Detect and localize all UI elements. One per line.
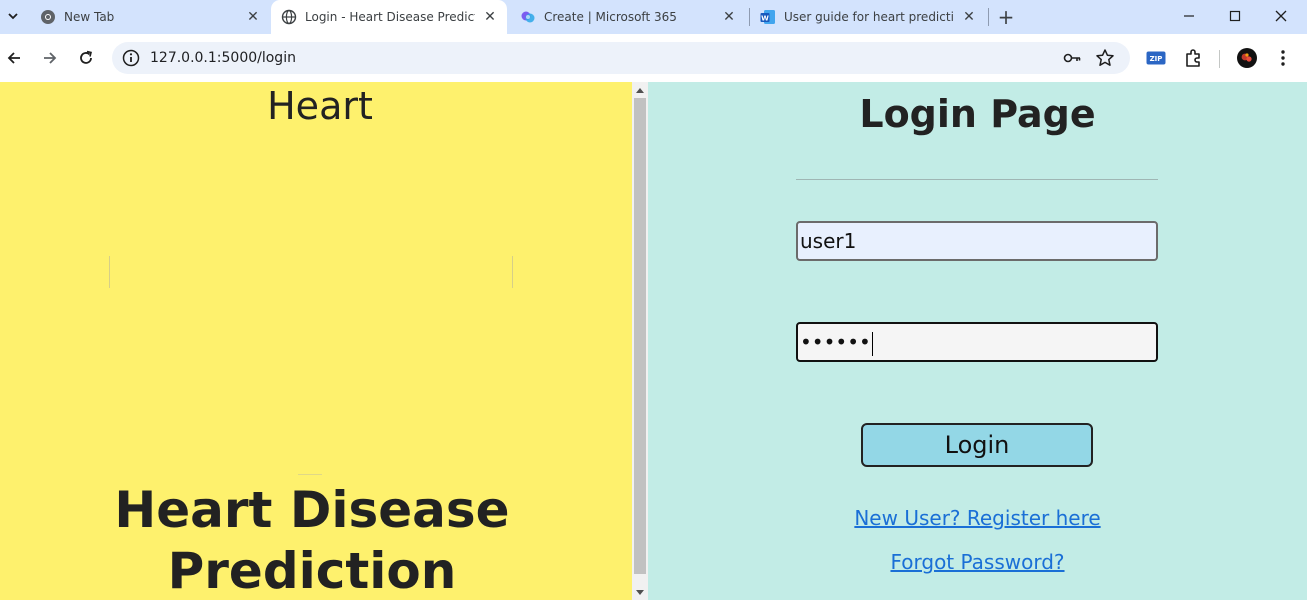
word-icon: W: [760, 9, 776, 25]
register-link[interactable]: New User? Register here: [648, 506, 1307, 530]
password-value: ••••••: [800, 330, 871, 354]
maximize-icon: [1229, 10, 1241, 22]
tab-strip: New Tab ✕ Login - Heart Disease Predicti…: [0, 0, 1307, 34]
star-icon[interactable]: [1095, 48, 1115, 68]
address-bar[interactable]: 127.0.0.1:5000/login: [112, 42, 1130, 74]
arrow-right-icon: [44, 52, 57, 64]
hero-title-line2: Prediction: [167, 542, 457, 600]
more-menu-icon[interactable]: [1271, 46, 1295, 70]
plus-icon: +: [997, 5, 1015, 29]
tab-title: New Tab: [64, 10, 115, 24]
tab-login[interactable]: Login - Heart Disease Prediction ✕: [271, 0, 507, 34]
close-icon[interactable]: ✕: [720, 8, 738, 26]
toolbar-divider: [1219, 50, 1220, 68]
login-button[interactable]: Login: [861, 423, 1093, 467]
minimize-icon: [1184, 15, 1194, 17]
close-icon[interactable]: ✕: [244, 8, 262, 26]
back-button[interactable]: [0, 44, 28, 72]
tab-new-tab[interactable]: New Tab ✕: [30, 0, 270, 34]
minimize-button[interactable]: [1166, 0, 1212, 32]
forgot-password-link[interactable]: Forgot Password?: [648, 550, 1307, 574]
hero-heading: Heart: [267, 84, 373, 128]
chevron-down-icon: [8, 13, 18, 20]
copilot-icon: [520, 9, 536, 25]
hero-panel: Heart Heart Disease Prediction: [0, 82, 632, 600]
tab-title: Create | Microsoft 365: [544, 10, 677, 24]
forward-button[interactable]: [36, 44, 64, 72]
tab-separator: [988, 8, 989, 26]
chrome-icon: [40, 9, 56, 25]
image-edge: [512, 256, 513, 288]
page-viewport: Heart Heart Disease Prediction Login Pag…: [0, 82, 1307, 600]
username-input[interactable]: user1: [796, 221, 1158, 261]
tab-title: Login - Heart Disease Prediction: [305, 10, 475, 24]
svg-text:W: W: [761, 14, 769, 22]
divider: [796, 179, 1158, 180]
zip-extension-icon[interactable]: ZIP: [1144, 46, 1168, 70]
text-caret: [871, 331, 873, 356]
close-icon: [1275, 10, 1287, 22]
scrollbar-thumb[interactable]: [634, 98, 646, 574]
url-text: 127.0.0.1:5000/login: [150, 50, 296, 66]
key-icon[interactable]: [1062, 48, 1082, 68]
image-edge: [109, 256, 110, 288]
login-title: Login Page: [859, 92, 1096, 136]
close-icon[interactable]: ✕: [960, 8, 978, 26]
new-tab-button[interactable]: +: [994, 5, 1018, 29]
tab-microsoft-365[interactable]: Create | Microsoft 365 ✕: [510, 0, 746, 34]
divider: [298, 474, 322, 475]
profile-avatar[interactable]: [1235, 46, 1259, 70]
tab-search-button[interactable]: [2, 5, 24, 27]
username-value: user1: [800, 229, 857, 253]
hero-title: Heart Disease Prediction: [0, 480, 624, 600]
reload-button[interactable]: [72, 44, 100, 72]
scroll-up-arrow[interactable]: [636, 88, 644, 93]
login-panel: Login Page user1 •••••• Login New User? …: [648, 82, 1307, 600]
extensions-puzzle-icon[interactable]: [1181, 46, 1205, 70]
password-input[interactable]: ••••••: [796, 322, 1158, 362]
site-info-icon[interactable]: [122, 49, 140, 67]
tab-title: User guide for heart prediction: [784, 10, 954, 24]
tab-user-guide[interactable]: W User guide for heart prediction ✕: [750, 0, 986, 34]
window-close-button[interactable]: [1258, 0, 1304, 32]
hero-title-line1: Heart Disease: [114, 481, 510, 539]
scrollbar[interactable]: [632, 82, 648, 600]
close-icon[interactable]: ✕: [481, 8, 499, 26]
maximize-button[interactable]: [1212, 0, 1258, 32]
arrow-left-icon: [7, 52, 20, 64]
reload-icon: [80, 50, 92, 64]
globe-icon: [281, 9, 297, 25]
zip-badge-text: ZIP: [1150, 55, 1163, 63]
scroll-down-arrow[interactable]: [636, 590, 644, 595]
browser-toolbar: 127.0.0.1:5000/login ZIP: [0, 34, 1307, 82]
